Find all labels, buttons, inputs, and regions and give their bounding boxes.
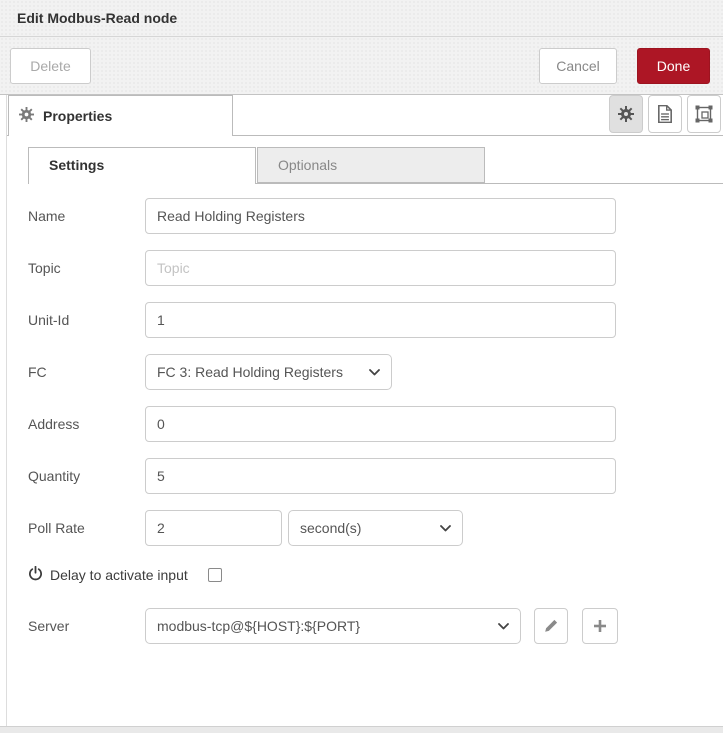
chevron-down-icon bbox=[440, 524, 451, 531]
power-icon bbox=[28, 565, 43, 584]
object-group-icon bbox=[695, 105, 713, 123]
description-button[interactable] bbox=[648, 95, 682, 133]
server-selected-value: modbus-tcp@${HOST}:${PORT} bbox=[157, 618, 361, 634]
quantity-input[interactable] bbox=[145, 458, 616, 494]
settings-form: Name Topic Unit-Id FC FC 3: Read Holding… bbox=[28, 184, 723, 644]
server-row: Server modbus-tcp@${HOST}:${PORT} bbox=[28, 608, 723, 644]
topic-label: Topic bbox=[28, 260, 61, 276]
editor-tray: Properties Settings Optionals Name Read … bbox=[6, 95, 723, 726]
poll-rate-unit-select[interactable]: second(s) bbox=[288, 510, 463, 546]
delete-button[interactable]: Delete bbox=[10, 47, 91, 84]
cancel-button[interactable]: Cancel bbox=[539, 47, 617, 84]
appearance-button[interactable] bbox=[687, 95, 721, 133]
server-select[interactable]: modbus-tcp@${HOST}:${PORT} bbox=[145, 608, 521, 644]
poll-rate-row: Poll Rate second(s) bbox=[28, 510, 723, 546]
gear-icon bbox=[19, 107, 34, 125]
delay-label: Delay to activate input bbox=[50, 567, 188, 583]
tray-content: Settings Optionals Name Topic Unit-Id FC… bbox=[7, 147, 723, 644]
unit-id-row: Unit-Id bbox=[28, 302, 723, 338]
dialog-title: Edit Modbus-Read node bbox=[17, 10, 178, 26]
quantity-row: Quantity bbox=[28, 458, 723, 494]
server-label: Server bbox=[28, 618, 70, 634]
tab-settings[interactable]: Settings bbox=[28, 147, 256, 184]
delay-checkbox[interactable] bbox=[207, 568, 222, 582]
poll-rate-unit-value: second(s) bbox=[300, 520, 362, 536]
edit-server-button[interactable] bbox=[534, 608, 568, 644]
address-label: Address bbox=[28, 416, 80, 432]
fc-label: FC bbox=[28, 364, 47, 380]
add-server-button[interactable] bbox=[582, 608, 618, 644]
dialog-button-bar: Delete Cancel Done bbox=[0, 37, 723, 95]
fc-selected-value: FC 3: Read Holding Registers bbox=[157, 364, 343, 380]
poll-rate-label: Poll Rate bbox=[28, 520, 85, 536]
topic-row: Topic bbox=[28, 250, 723, 286]
chevron-down-icon bbox=[369, 368, 380, 375]
name-label: Name bbox=[28, 208, 66, 224]
tab-optionals[interactable]: Optionals bbox=[257, 147, 485, 183]
name-row: Name bbox=[28, 198, 723, 234]
properties-gear-button[interactable] bbox=[609, 95, 643, 133]
plus-icon bbox=[594, 620, 606, 632]
document-icon bbox=[658, 105, 672, 123]
name-input[interactable] bbox=[145, 198, 616, 234]
done-button[interactable]: Done bbox=[637, 47, 710, 84]
unit-id-label: Unit-Id bbox=[28, 312, 70, 328]
properties-tab-label: Properties bbox=[43, 108, 113, 124]
pencil-icon bbox=[545, 619, 558, 632]
properties-tab-row: Properties bbox=[7, 95, 723, 136]
delay-row: Delay to activate input bbox=[28, 565, 723, 584]
unit-id-input[interactable] bbox=[145, 302, 616, 338]
dialog-header: Edit Modbus-Read node bbox=[0, 0, 723, 37]
dialog-resize-bar[interactable] bbox=[0, 726, 723, 733]
tab-properties[interactable]: Properties bbox=[8, 95, 233, 136]
quantity-label: Quantity bbox=[28, 468, 81, 484]
chevron-down-icon bbox=[498, 622, 509, 629]
topic-input[interactable] bbox=[145, 250, 616, 286]
address-input[interactable] bbox=[145, 406, 616, 442]
address-row: Address bbox=[28, 406, 723, 442]
tray-icon-buttons bbox=[609, 95, 721, 133]
settings-tabs-row: Settings Optionals bbox=[28, 147, 723, 184]
poll-rate-input[interactable] bbox=[145, 510, 282, 546]
gear-icon bbox=[618, 106, 634, 122]
fc-row: FC FC 3: Read Holding Registers bbox=[28, 354, 723, 390]
fc-select[interactable]: FC 3: Read Holding Registers bbox=[145, 354, 392, 390]
